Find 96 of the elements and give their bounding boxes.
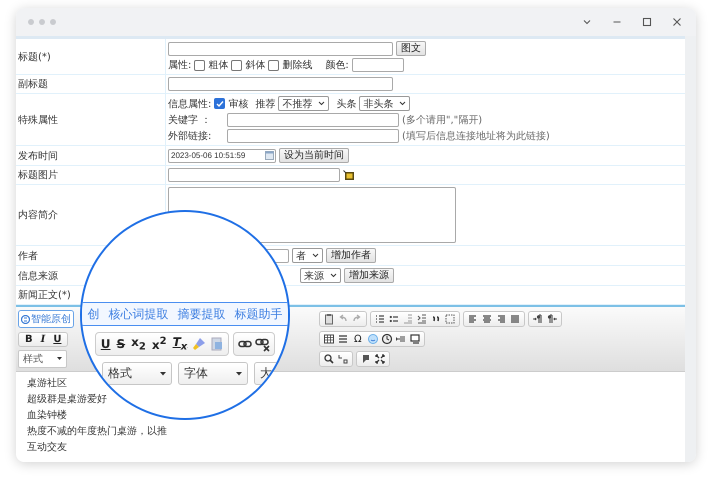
format-dropdown[interactable]: 字体 [178,362,248,385]
special-character-button[interactable]: Ω [351,334,365,344]
unlink-icon[interactable] [255,336,272,352]
close-icon[interactable] [672,17,682,27]
content-paragraph: 血染钟楼 [27,408,68,423]
smart-tool-tab[interactable]: 创 [88,306,100,322]
recommend-dropdown[interactable]: 不推荐 [278,96,330,111]
horizontal-rule-icon[interactable] [337,333,349,345]
format-dropdown[interactable]: 格式 [102,362,172,385]
align-right-icon[interactable] [495,313,507,325]
field-label: 发布时间 [18,150,58,162]
caret-icon [399,101,406,106]
circle-logo-icon [21,314,30,324]
field-label: 属性: [168,58,192,72]
field-label: 外部链接: [168,130,212,143]
headline-dropdown[interactable]: 非头条 [359,96,410,111]
color-input[interactable] [352,58,404,72]
checkbox[interactable] [214,98,226,109]
align-left-icon[interactable] [467,313,479,325]
chevron-down-icon[interactable] [582,17,592,27]
numbered-list-icon[interactable] [374,313,386,325]
maximize-editor-icon[interactable] [374,353,386,365]
field-label: 特殊属性 [18,114,58,126]
paragraph-ltr-icon[interactable] [532,313,544,325]
content-paragraph: 互动交友 [27,440,68,455]
checkbox-label: 斜体 [245,58,266,72]
add-author-button[interactable]: 增加作者 [326,248,376,263]
div-block-icon[interactable] [444,313,456,325]
checkbox-label: 粗体 [208,59,228,72]
smart-original-button[interactable]: 智能原创 [18,310,74,328]
format-button[interactable]: T$_{x}$ [170,335,190,353]
maximize-icon[interactable] [642,17,652,27]
field-label: 推荐 [255,98,276,110]
add-source-button[interactable]: 增加来源 [344,268,394,283]
show-blocks-icon[interactable] [360,353,372,365]
table-icon[interactable] [323,333,335,345]
window-dot-icon[interactable] [28,19,34,25]
smart-tool-tab[interactable]: 标题助手 [234,306,282,322]
field-label: 标题图片 [18,168,58,182]
datetime-input[interactable]: 2023-05-06 10:51:59 [168,148,276,162]
format-button[interactable]: U [50,334,64,344]
field-label: 颜色: [325,58,349,72]
field-label: 内容简介 [18,208,58,222]
format-button[interactable]: B [22,334,36,344]
checkbox-label: 删除线 [282,58,312,72]
field-label: 副标题 [18,78,48,91]
image-input[interactable] [168,168,340,182]
section-label: 新闻正文(*) [18,290,71,301]
bullet-list-icon[interactable] [388,313,400,325]
field-label: 作者 [18,250,38,262]
field-label: 头条 [336,98,356,110]
content-paragraph: 超级群是桌游爱好 [27,392,108,407]
author-dropdown[interactable]: 者 [292,248,323,263]
content-paragraph: 桌游社区 [27,376,68,391]
subtitle-input[interactable] [168,77,393,91]
checkbox[interactable] [268,60,280,70]
title-input[interactable] [168,42,393,56]
set-current-time-button[interactable]: 设为当前时间 [279,148,349,163]
style-dropdown[interactable]: 样式 [18,350,67,368]
justify-icon[interactable] [509,313,521,325]
image-picker-icon[interactable] [343,170,355,180]
content-paragraph: 热度不减的年度热门桌游，以推 [27,424,168,439]
format-button[interactable]: I [38,334,48,344]
iframe-icon[interactable] [408,333,421,345]
smart-tool-tab[interactable]: 摘要提取 [178,306,226,322]
caret-icon [312,253,319,258]
format-button[interactable]: U [98,335,112,353]
caret-icon [318,101,326,106]
hint-text: (填写后信息连接地址将为此链接) [402,130,550,143]
smart-tool-tab[interactable]: 核心词提取 [108,306,168,322]
format-button[interactable]: x$^{2}$ [150,335,169,353]
field-label: 信息属性: [168,98,212,110]
checkbox-label: 审核 [228,98,248,110]
image-text-button[interactable]: 图文 [396,41,426,56]
clock-icon[interactable] [380,333,393,345]
hint-text: (多个请用","隔开) [402,114,482,127]
checkbox[interactable] [194,60,206,70]
window-dot-icon[interactable] [39,19,45,25]
caret-icon [330,273,337,278]
format-button[interactable]: x$_{2}$ [129,335,148,353]
keywords-input[interactable] [227,113,399,127]
checkbox[interactable] [231,60,242,70]
source-dropdown[interactable]: 来源 [300,268,341,283]
field-label: 标题(*) [18,50,51,64]
paste-icon[interactable] [323,313,335,325]
caret-icon [57,357,62,361]
search-icon[interactable] [323,353,335,365]
external-link-input[interactable] [227,129,399,143]
window-dot-icon[interactable] [50,19,56,25]
format-button[interactable]: S [114,335,128,353]
field-label: 关键字 ： [168,114,212,127]
indent-icon[interactable] [416,313,428,325]
align-center-icon[interactable] [481,313,493,325]
replace-icon[interactable] [337,353,349,365]
field-label: 信息来源 [18,270,58,282]
paragraph-rtl-icon[interactable] [546,313,558,325]
